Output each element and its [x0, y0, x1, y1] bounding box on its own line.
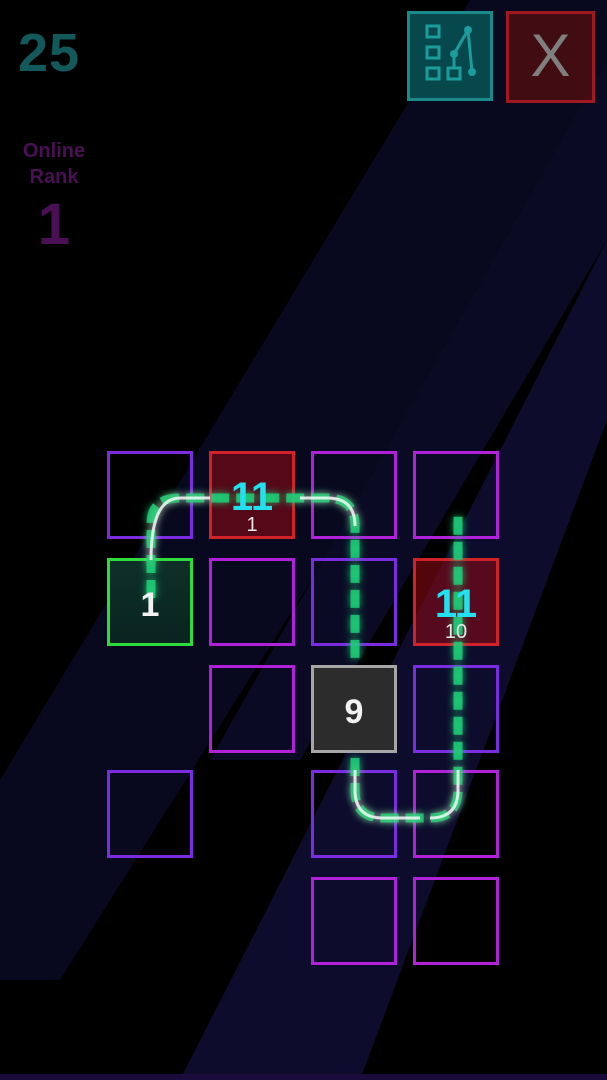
tile-r0-c2[interactable] [311, 451, 397, 539]
tile-r3-c2[interactable] [311, 770, 397, 858]
tile-r4-c3[interactable] [413, 877, 499, 965]
tile-r2-c2[interactable] [311, 665, 397, 753]
tile-r0-c1[interactable] [209, 451, 295, 539]
puzzle-board [0, 0, 607, 1080]
tile-r4-c2[interactable] [311, 877, 397, 965]
tile-r3-c3[interactable] [413, 770, 499, 858]
tile-r2-c3[interactable] [413, 665, 499, 753]
tile-r3-c0[interactable] [107, 770, 193, 858]
tile-r1-c2[interactable] [311, 558, 397, 646]
tile-r0-c3[interactable] [413, 451, 499, 539]
tile-r0-c0[interactable] [107, 451, 193, 539]
tile-r1-c3[interactable] [413, 558, 499, 646]
tile-r1-c1[interactable] [209, 558, 295, 646]
tile-r1-c0[interactable] [107, 558, 193, 646]
tile-r2-c1[interactable] [209, 665, 295, 753]
